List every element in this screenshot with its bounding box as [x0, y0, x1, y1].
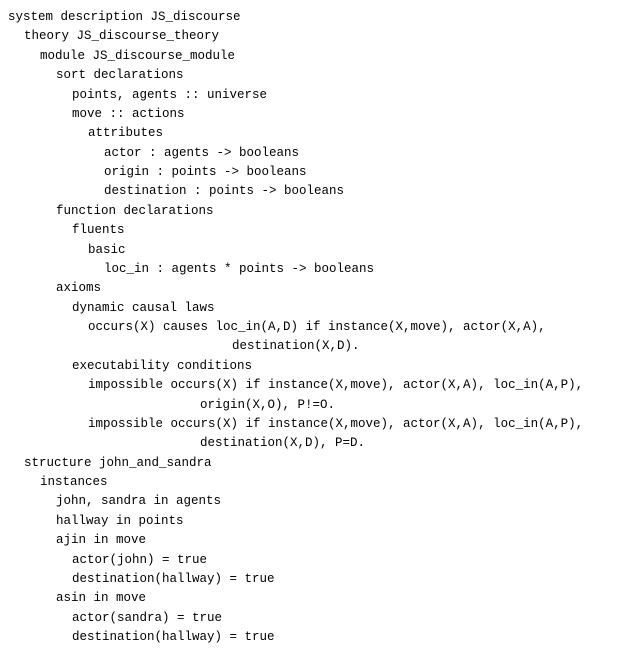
code-line: impossible occurs(X) if instance(X,move)…: [8, 415, 632, 434]
code-line: attributes: [8, 124, 632, 143]
code-line: basic: [8, 241, 632, 260]
code-line: executability conditions: [8, 357, 632, 376]
code-block: system description JS_discourse theory J…: [8, 8, 632, 647]
code-line: actor(john) = true: [8, 551, 632, 570]
code-line: axioms: [8, 279, 632, 298]
code-line: module JS_discourse_module: [8, 47, 632, 66]
code-line: origin(X,O), P!=O.: [8, 396, 632, 415]
code-line: points, agents :: universe: [8, 86, 632, 105]
code-line: asin in move: [8, 589, 632, 608]
code-line: structure john_and_sandra: [8, 454, 632, 473]
code-line: destination(hallway) = true: [8, 570, 632, 589]
code-line: fluents: [8, 221, 632, 240]
code-line: theory JS_discourse_theory: [8, 27, 632, 46]
code-line: ajin in move: [8, 531, 632, 550]
code-line: john, sandra in agents: [8, 492, 632, 511]
code-line: instances: [8, 473, 632, 492]
code-line: move :: actions: [8, 105, 632, 124]
code-line: impossible occurs(X) if instance(X,move)…: [8, 376, 632, 395]
code-line: dynamic causal laws: [8, 299, 632, 318]
code-line: destination : points -> booleans: [8, 182, 632, 201]
code-line: destination(X,D).: [8, 337, 632, 356]
code-line: occurs(X) causes loc_in(A,D) if instance…: [8, 318, 632, 337]
code-line: actor(sandra) = true: [8, 609, 632, 628]
code-line: actor : agents -> booleans: [8, 144, 632, 163]
code-line: system description JS_discourse: [8, 8, 632, 27]
code-line: sort declarations: [8, 66, 632, 85]
code-line: destination(hallway) = true: [8, 628, 632, 647]
code-line: loc_in : agents * points -> booleans: [8, 260, 632, 279]
code-line: destination(X,D), P=D.: [8, 434, 632, 453]
code-line: hallway in points: [8, 512, 632, 531]
code-line: function declarations: [8, 202, 632, 221]
code-line: origin : points -> booleans: [8, 163, 632, 182]
